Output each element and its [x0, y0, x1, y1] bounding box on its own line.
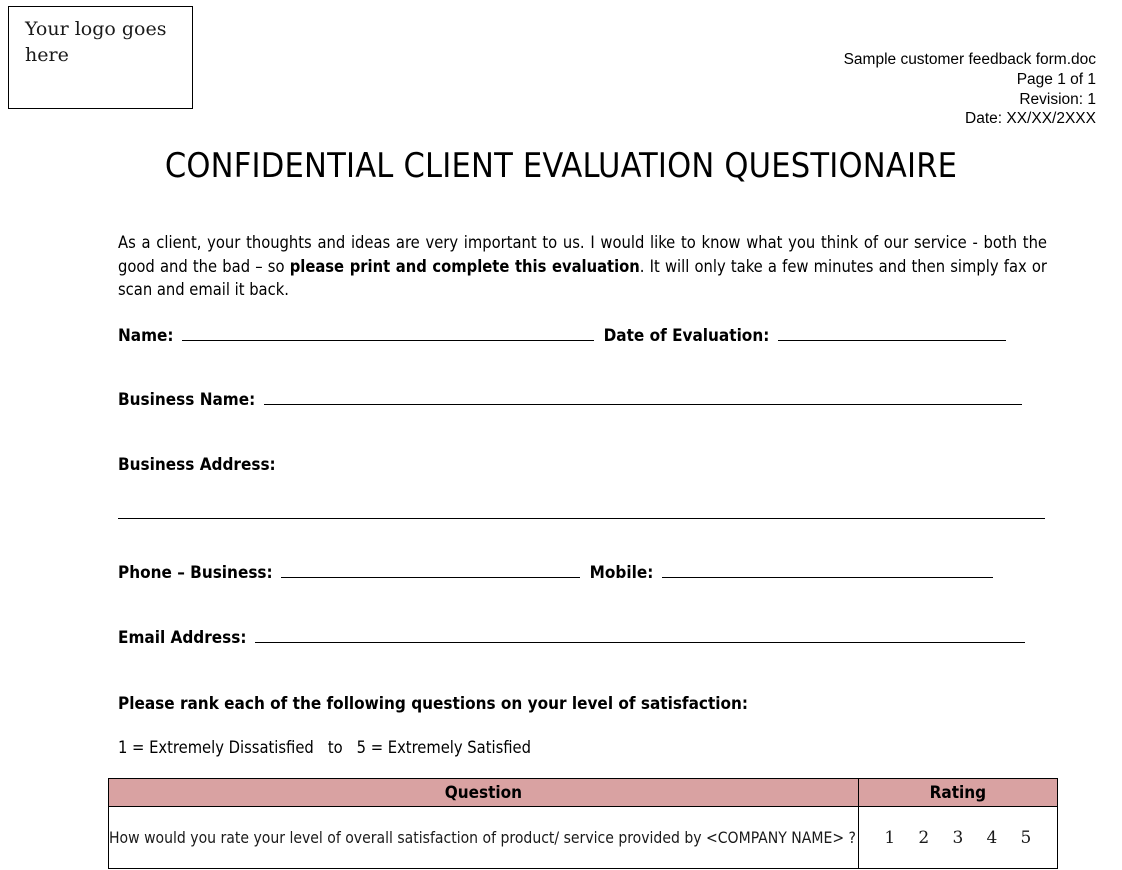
- phone-business-input-line[interactable]: [280, 576, 580, 578]
- rating-option-4[interactable]: 4: [986, 828, 997, 848]
- name-label: Name:: [118, 326, 174, 346]
- ranking-scale-legend: 1 = Extremely Dissatisfied to 5 = Extrem…: [118, 738, 531, 757]
- mobile-label: Mobile:: [589, 563, 654, 583]
- rating-option-3[interactable]: 3: [952, 828, 963, 848]
- document-filename: Sample customer feedback form.doc: [843, 51, 1096, 68]
- email-address-label: Email Address:: [118, 628, 247, 648]
- page-title: CONFIDENTIAL CLIENT EVALUATION QUESTIONA…: [164, 146, 958, 186]
- column-header-rating: Rating: [857, 778, 1059, 807]
- mobile-input-line[interactable]: [662, 576, 994, 578]
- questions-table: Question Rating How would you rate your …: [108, 778, 1059, 869]
- document-date: Date: XX/XX/2XXX: [965, 110, 1096, 128]
- phone-business-label: Phone – Business:: [118, 563, 273, 583]
- business-address-label: Business Address:: [118, 455, 276, 475]
- field-row-business-address: Business Address:: [118, 455, 276, 475]
- date-of-evaluation-input-line[interactable]: [778, 339, 1007, 341]
- rating-cell: 1 2 3 4 5: [857, 806, 1059, 869]
- revision-number: Revision: 1: [1019, 90, 1096, 108]
- date-of-evaluation-label: Date of Evaluation:: [603, 326, 770, 346]
- field-row-phone: Phone – Business: Mobile:: [118, 563, 994, 583]
- rating-option-1[interactable]: 1: [884, 828, 895, 848]
- business-name-label: Business Name:: [118, 390, 256, 410]
- column-header-question: Question: [108, 778, 859, 807]
- intro-text-bold: please print and complete this evaluatio…: [289, 256, 640, 276]
- document-metadata: Sample customer feedback form.doc Page 1…: [844, 50, 1096, 129]
- business-name-input-line[interactable]: [264, 403, 1023, 405]
- page-number: Page 1 of 1: [1016, 70, 1096, 88]
- logo-placeholder-box: Your logo goes here: [8, 6, 193, 109]
- field-row-name: Name: Date of Evaluation:: [118, 326, 1007, 346]
- table-header-row: Question Rating: [108, 778, 1059, 807]
- intro-paragraph: As a client, your thoughts and ideas are…: [118, 231, 1047, 302]
- business-address-input-line[interactable]: [118, 518, 1045, 519]
- logo-placeholder-text: Your logo goes here: [25, 18, 167, 67]
- name-input-line[interactable]: [181, 339, 594, 341]
- ranking-instructions-heading: Please rank each of the following questi…: [118, 694, 749, 714]
- rating-option-5[interactable]: 5: [1021, 828, 1032, 848]
- document-page: Your logo goes here Sample customer feed…: [0, 0, 1122, 870]
- field-row-business-name: Business Name:: [118, 390, 1023, 410]
- rating-option-2[interactable]: 2: [918, 828, 929, 848]
- rating-options: 1 2 3 4 5: [859, 828, 1057, 848]
- question-text: How would you rate your level of overall…: [108, 806, 859, 869]
- table-row: How would you rate your level of overall…: [108, 806, 1059, 869]
- field-row-email: Email Address:: [118, 628, 1025, 648]
- email-address-input-line[interactable]: [254, 641, 1025, 643]
